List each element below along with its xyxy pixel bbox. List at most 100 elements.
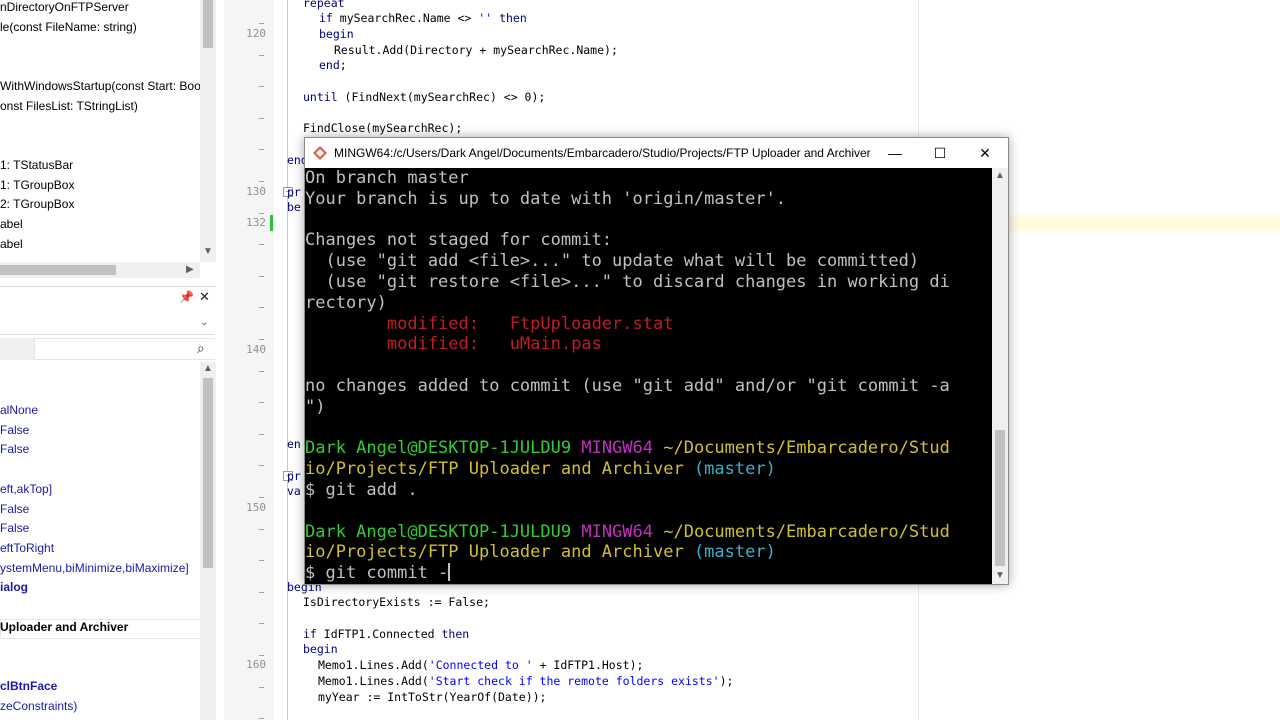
structure-item[interactable]: le(const FileName: string) — [0, 20, 137, 34]
terminal-title: MINGW64:/c/Users/Dark Angel/Documents/Em… — [334, 146, 871, 160]
maximize-button[interactable]: ☐ — [917, 138, 963, 168]
code-line[interactable]: FindClose(mySearchRec); — [303, 121, 462, 135]
code-line[interactable]: en — [287, 437, 301, 451]
structure-item[interactable]: nDirectoryOnFTPServer — [0, 0, 129, 14]
terminal-scrollbar[interactable]: ▲ ▼ — [992, 168, 1008, 584]
scrollbar-thumb[interactable] — [0, 265, 116, 275]
terminal-text: ~/Documents/Embarcadero/Stud — [663, 521, 950, 542]
scrollbar-thumb[interactable] — [203, 378, 213, 568]
code-keyword: begin — [303, 642, 338, 656]
structure-horizontal-scrollbar[interactable]: ▶ — [0, 262, 200, 278]
property-value[interactable]: ystemMenu,biMinimize,biMaximize] — [0, 561, 189, 575]
gutter-tick — [259, 592, 264, 593]
inspector-vertical-scrollbar[interactable]: ▲ — [200, 362, 216, 720]
property-value[interactable]: zeConstraints) — [0, 699, 77, 713]
terminal-line: (use "git restore <file>..." to discard … — [305, 272, 949, 293]
code-line[interactable]: be — [287, 200, 301, 214]
chevron-down-icon[interactable]: ▼ — [995, 570, 1005, 581]
terminal-output[interactable]: On branch master Your branch is up to dat… — [305, 168, 992, 584]
code-line[interactable]: repeat — [303, 0, 345, 10]
code-keyword: if — [319, 11, 333, 25]
gutter-tick — [259, 529, 264, 530]
code-line[interactable]: IsDirectoryExists := False; — [303, 595, 490, 609]
chevron-down-icon[interactable]: ▼ — [203, 246, 213, 257]
structure-item[interactable]: abel — [0, 237, 23, 251]
code-keyword: then — [499, 11, 527, 25]
terminal-text: rectory) — [305, 292, 387, 313]
chevron-down-icon[interactable]: ⌄ — [200, 317, 208, 328]
code-keyword: if — [303, 627, 317, 641]
terminal-text: (master) — [683, 542, 776, 563]
mingw64-terminal-window[interactable]: MINGW64:/c/Users/Dark Angel/Documents/Em… — [304, 137, 1009, 585]
terminal-text: On branch master — [305, 168, 469, 188]
property-value[interactable]: False — [0, 521, 29, 535]
terminal-line: On branch master — [305, 168, 469, 189]
structure-item[interactable]: onst FilesList: TStringList) — [0, 99, 138, 113]
property-search-input[interactable]: ⌕ — [34, 338, 215, 360]
property-value[interactable]: False — [0, 502, 29, 516]
structure-item[interactable]: 1: TStatusBar — [0, 158, 73, 172]
code-line[interactable]: Memo1.Lines.Add('Connected to ' + IdFTP1… — [318, 658, 643, 672]
structure-item[interactable]: 1: TGroupBox — [0, 178, 74, 192]
structure-item[interactable]: WithWindowsStartup(const Start: Bool — [0, 79, 203, 93]
property-value[interactable]: Uploader and Archiver — [0, 620, 128, 634]
code-keyword: end — [319, 58, 340, 72]
pin-icon[interactable]: 📌 — [179, 290, 194, 304]
structure-item[interactable]: abel — [0, 217, 23, 231]
gutter-tick — [259, 149, 264, 150]
property-value[interactable]: False — [0, 442, 29, 456]
code-text: ; — [339, 58, 347, 72]
terminal-text: ~/Documents/Embarcadero/Stud — [663, 438, 950, 459]
code-line[interactable]: end; — [319, 58, 347, 72]
code-keyword: en — [287, 437, 301, 451]
code-line[interactable]: begin — [319, 27, 354, 41]
property-value[interactable]: ialog — [0, 580, 28, 594]
chevron-up-icon[interactable]: ▲ — [995, 170, 1005, 181]
scrollbar-thumb[interactable] — [203, 0, 213, 48]
terminal-text: io/Projects/FTP Uploader and Archiver — [305, 459, 684, 480]
object-selector-combo[interactable]: ⌄ — [0, 314, 214, 335]
scrollbar-thumb[interactable] — [995, 430, 1005, 566]
terminal-line: $ git add . — [305, 480, 418, 501]
code-line[interactable]: pr — [287, 185, 301, 199]
code-line[interactable]: Memo1.Lines.Add('Start check if the remo… — [318, 674, 733, 688]
code-line[interactable]: myYear := IntToStr(YearOf(Date)); — [318, 690, 546, 704]
code-line[interactable]: until (FindNext(mySearchRec) <> 0); — [303, 90, 545, 104]
minimize-icon: — — [888, 145, 902, 161]
git-bash-icon — [313, 146, 327, 160]
close-button[interactable]: ✕ — [962, 138, 1008, 168]
structure-item[interactable]: 2: TGroupBox — [0, 197, 74, 211]
code-line[interactable]: if mySearchRec.Name <> '' then — [319, 11, 527, 25]
left-panel: nDirectoryOnFTPServer le(const FileName: … — [0, 0, 216, 720]
gutter-tick — [259, 497, 264, 498]
structure-vertical-scrollbar[interactable]: ▼ — [200, 0, 216, 262]
terminal-line: modified: uMain.pas — [305, 334, 602, 355]
property-value[interactable]: eftToRight — [0, 541, 54, 555]
terminal-text: (use "git add <file>..." to update what … — [305, 251, 920, 272]
code-line[interactable]: va — [287, 484, 301, 498]
property-value[interactable]: alNone — [0, 403, 38, 417]
terminal-text: (master) — [683, 459, 776, 480]
property-value[interactable]: clBtnFace — [0, 679, 57, 693]
minimize-button[interactable]: — — [872, 138, 918, 168]
code-line[interactable]: Result.Add(Directory + mySearchRec.Name)… — [334, 43, 618, 57]
gutter-tick — [259, 307, 264, 308]
property-value[interactable]: eft,akTop] — [0, 482, 52, 496]
code-line[interactable]: pr — [287, 469, 301, 483]
code-text: myYear := IntToStr(YearOf(Date)); — [318, 690, 547, 704]
terminal-title-bar[interactable]: MINGW64:/c/Users/Dark Angel/Documents/Em… — [305, 138, 1008, 168]
search-icon[interactable]: ⌕ — [197, 340, 205, 357]
code-fold-guide — [287, 0, 288, 720]
chevron-up-icon[interactable]: ▲ — [203, 363, 213, 374]
chevron-right-icon[interactable]: ▶ — [186, 264, 194, 275]
code-line[interactable]: if IdFTP1.Connected then — [303, 627, 469, 641]
code-keyword: then — [441, 627, 470, 641]
maximize-icon: ☐ — [933, 145, 947, 161]
close-icon[interactable]: ✕ — [199, 289, 210, 305]
code-text: (FindNext(mySearchRec) <> 0); — [337, 90, 546, 104]
terminal-line: Dark Angel@DESKTOP-1JULDU9 MINGW64 ~/Doc… — [305, 438, 950, 459]
terminal-text: $ git add . — [305, 480, 418, 500]
code-line[interactable]: begin — [303, 642, 338, 656]
code-keyword: until — [303, 90, 338, 104]
property-value[interactable]: False — [0, 423, 29, 437]
